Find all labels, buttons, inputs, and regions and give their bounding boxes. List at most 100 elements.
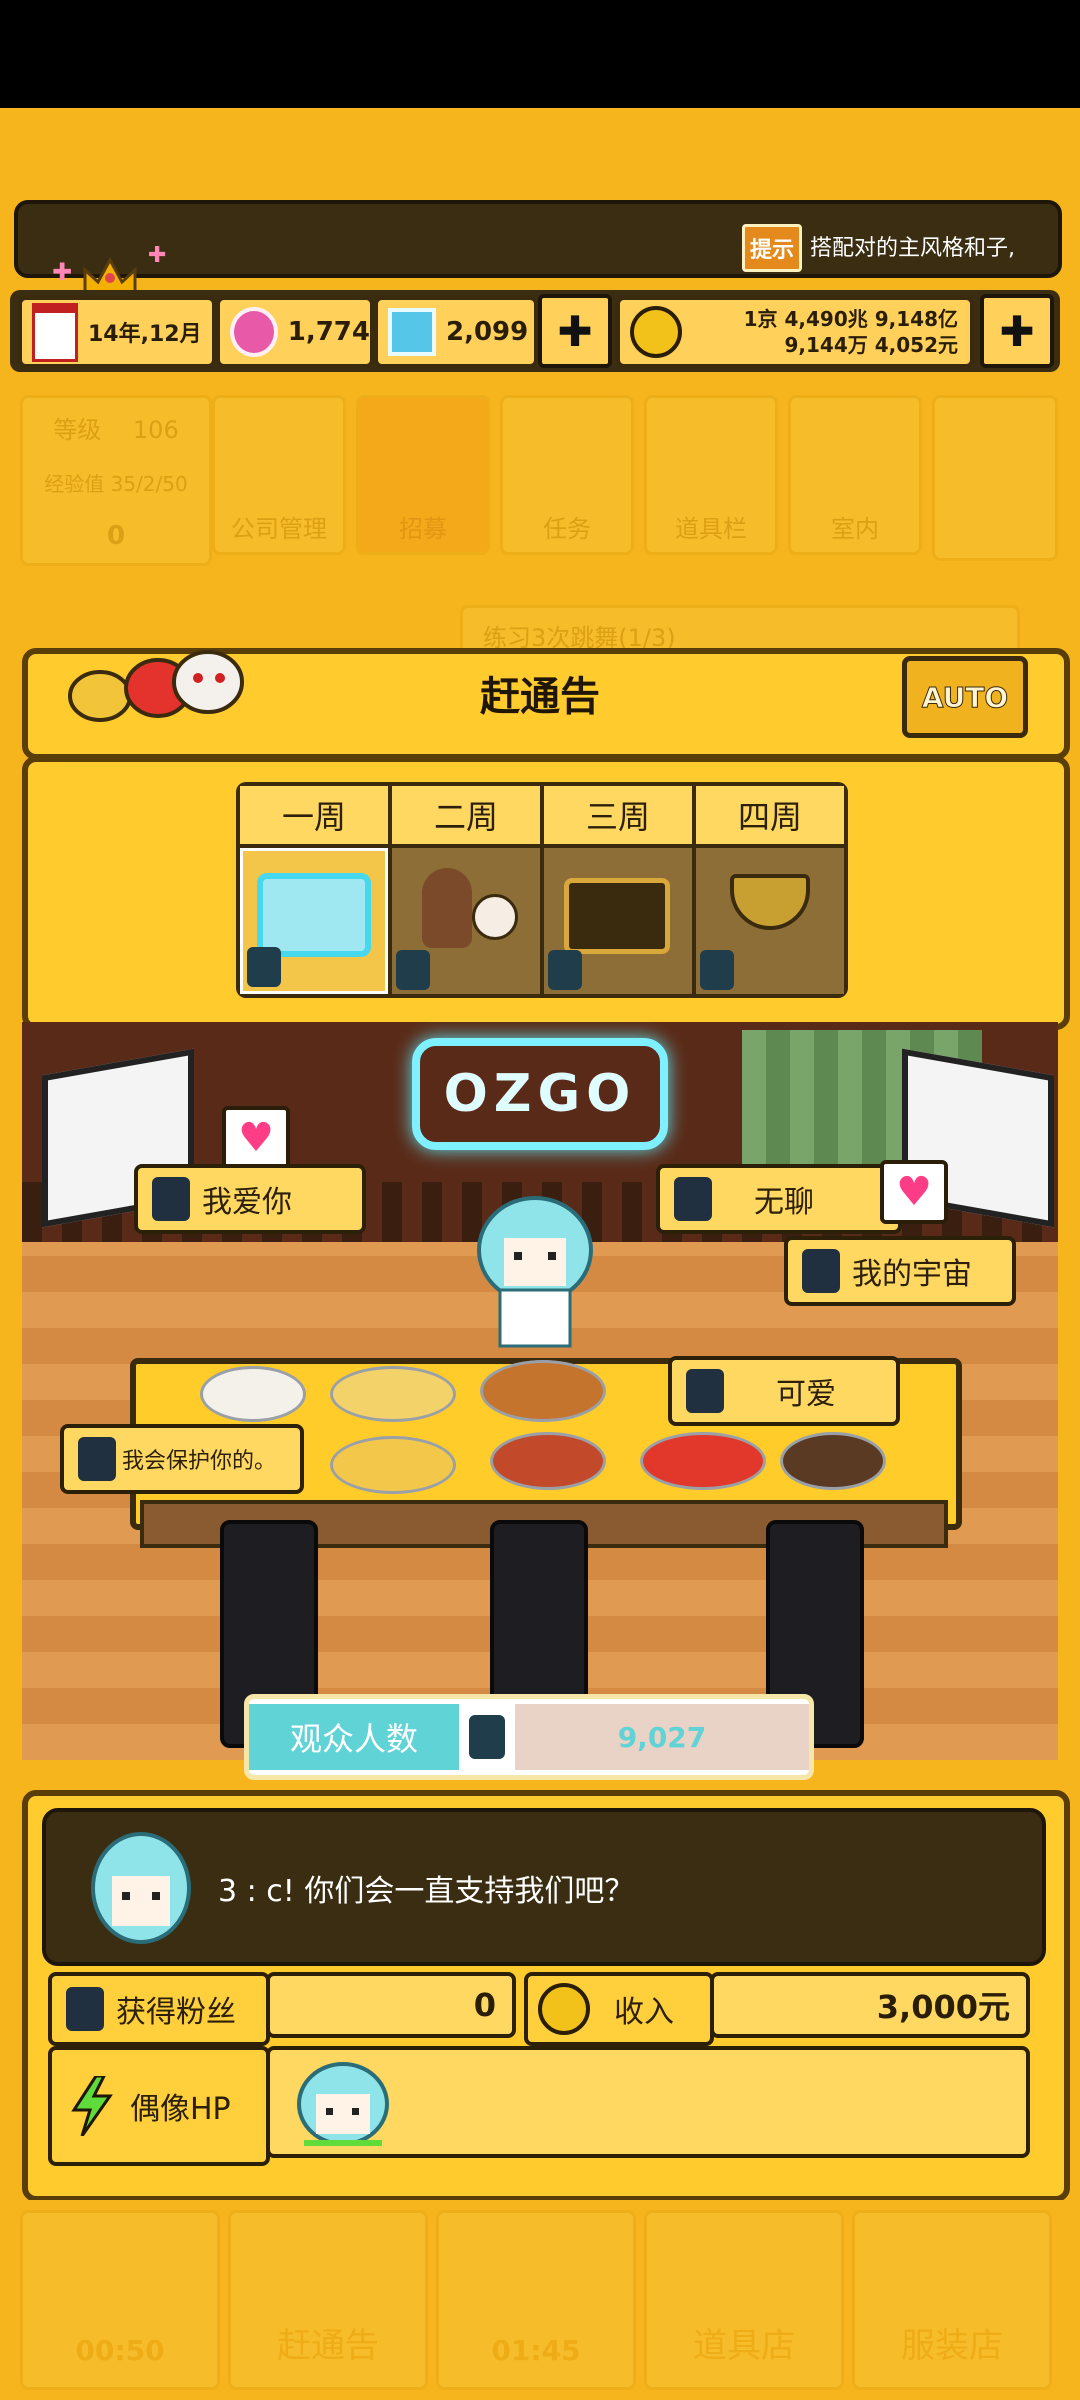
money-box: 1京 4,490兆 9,148亿 9,144万 4,052元	[616, 296, 974, 368]
bg-menu-row: 公司管理 招募 任务 道具栏 室内	[212, 395, 1072, 561]
bg-level-box: 等级 106 经验值 35/2/50 0	[20, 395, 212, 566]
status-bar	[0, 0, 1080, 108]
auto-button[interactable]: AUTO	[902, 656, 1028, 738]
pink-gem-icon	[230, 307, 278, 357]
panel-title: 赶通告	[480, 674, 600, 720]
bg-exp-label: 经验值 35/2/50	[44, 472, 188, 497]
omelette-plate	[330, 1436, 456, 1494]
audience-value: 9,027	[515, 1704, 809, 1770]
bottom-menu: 00:50 赶通告 01:45 道具店 服装店	[0, 2200, 1080, 2400]
stew-plate	[780, 1432, 886, 1490]
idol-avatar-icon	[247, 947, 281, 987]
idol-character[interactable]	[470, 1190, 600, 1350]
slot-week-2[interactable]	[392, 848, 540, 994]
fans-label: 获得粉丝	[116, 1995, 236, 2030]
hotpot-plate	[490, 1432, 606, 1490]
add-gem-button[interactable]: ✚	[538, 294, 612, 368]
tv-icon	[564, 878, 670, 954]
hp-bar	[266, 2046, 1030, 2158]
bottom-menu-costume-shop[interactable]: 服装店	[852, 2210, 1052, 2390]
chat-bubble-5: 我会保护你的。	[60, 1424, 304, 1494]
neon-sign-icon	[257, 873, 371, 957]
fan-avatar-icon	[152, 1177, 190, 1221]
lobster-plate	[640, 1432, 766, 1490]
stage-neon-sign: OZGO	[412, 1038, 668, 1150]
slot-week-3[interactable]	[544, 848, 692, 994]
chat-bubble-2: 无聊	[656, 1164, 902, 1234]
chat-text-1: 我爱你	[202, 1185, 292, 1220]
svg-text:✚: ✚	[52, 258, 72, 286]
fan-avatar-icon	[802, 1249, 840, 1293]
idol-portrait	[86, 1826, 196, 1946]
chat-text-4: 可爱	[776, 1377, 836, 1412]
fan-avatar-icon	[686, 1369, 724, 1413]
date-value: 14年,12月	[88, 322, 202, 347]
week-tabs: 一周 二周 三周 四周	[240, 786, 844, 844]
trophy-icon	[730, 874, 810, 930]
blue-gem-box: 2,099	[374, 296, 538, 368]
income-label-box: 收入	[524, 1972, 714, 2046]
bg-level-value: 106	[132, 415, 179, 444]
bottom-menu-item-shop[interactable]: 道具店	[644, 2210, 844, 2390]
chat-bubble-3: 我的宇宙	[784, 1236, 1016, 1306]
slot-week-1[interactable]	[240, 848, 388, 994]
svg-text:✚: ✚	[148, 243, 166, 268]
fans-value: 0	[266, 1972, 516, 2038]
income-value: 3,000元	[710, 1972, 1030, 2038]
tab-week-4[interactable]: 四周	[696, 786, 844, 844]
bg-level-label: 等级	[53, 415, 102, 444]
chat-bubble-4: 可爱	[668, 1356, 900, 1426]
heart-icon: ♥	[880, 1160, 948, 1224]
week-slots	[240, 848, 844, 994]
income-label: 收入	[614, 1995, 674, 2030]
roast-plate	[480, 1360, 606, 1422]
fans-label-box: 获得粉丝	[48, 1972, 270, 2046]
tip-text: 搭配对的主风格和子,	[810, 236, 1015, 261]
fan-avatar-icon	[78, 1437, 116, 1481]
fan-avatar-icon	[674, 1177, 712, 1221]
bottom-menu-schedule[interactable]: 赶通告	[228, 2210, 428, 2390]
tip-icon[interactable]: 提示	[742, 224, 802, 272]
date-box: 14年,12月	[18, 296, 216, 368]
add-money-button[interactable]: ✚	[980, 294, 1054, 368]
heart-icon: ♥	[222, 1106, 290, 1170]
tab-week-2[interactable]: 二周	[392, 786, 540, 844]
pink-gem-value: 1,774	[287, 317, 370, 347]
money-line1: 1京 4,490兆 9,148亿	[743, 307, 958, 331]
coin-icon	[630, 306, 682, 358]
dialog-text: 3 : c! 你们会一直支持我们吧？	[218, 1874, 635, 1909]
drumstick-icon	[422, 868, 472, 948]
fan-avatar-icon	[469, 1715, 505, 1759]
food-plate	[200, 1366, 306, 1422]
chat-text-5: 我会保护你的。	[122, 1449, 277, 1474]
bg-menu-extra	[932, 395, 1058, 561]
pizza-plate	[330, 1366, 456, 1422]
chat-bubble-1: 我爱你	[134, 1164, 366, 1234]
blue-gem-value: 2,099	[446, 317, 529, 347]
idol-avatar-icon	[396, 950, 430, 990]
coin-icon	[538, 1983, 590, 2035]
hp-label: 偶像HP	[130, 2092, 231, 2127]
bottom-timer-2: 01:45	[436, 2210, 636, 2390]
bg-menu-inventory: 道具栏	[644, 395, 778, 555]
mascot-icons	[58, 636, 258, 726]
money-line2: 9,144万 4,052元	[784, 333, 959, 357]
audience-counter: 观众人数 9,027	[244, 1694, 814, 1780]
calendar-icon	[32, 302, 78, 362]
fan-avatar-icon	[66, 1987, 104, 2031]
bg-menu-quest: 任务	[500, 395, 634, 555]
hp-label-box: 偶像HP	[48, 2046, 270, 2166]
tab-week-1[interactable]: 一周	[240, 786, 388, 844]
idol-avatar-icon	[548, 950, 582, 990]
bg-menu-recruit: 招募	[356, 395, 490, 555]
bg-menu-company: 公司管理	[212, 395, 346, 555]
blue-gem-icon	[388, 308, 436, 356]
chat-text-3: 我的宇宙	[852, 1257, 972, 1292]
tab-week-3[interactable]: 三周	[544, 786, 692, 844]
chat-text-2: 无聊	[754, 1185, 814, 1220]
camera-2-icon	[490, 1520, 588, 1708]
idol-hp-avatar	[290, 2060, 396, 2148]
bottom-timer-1: 00:50	[20, 2210, 220, 2390]
pink-gem-box: 1,774	[216, 296, 374, 368]
slot-week-4[interactable]	[696, 848, 844, 994]
